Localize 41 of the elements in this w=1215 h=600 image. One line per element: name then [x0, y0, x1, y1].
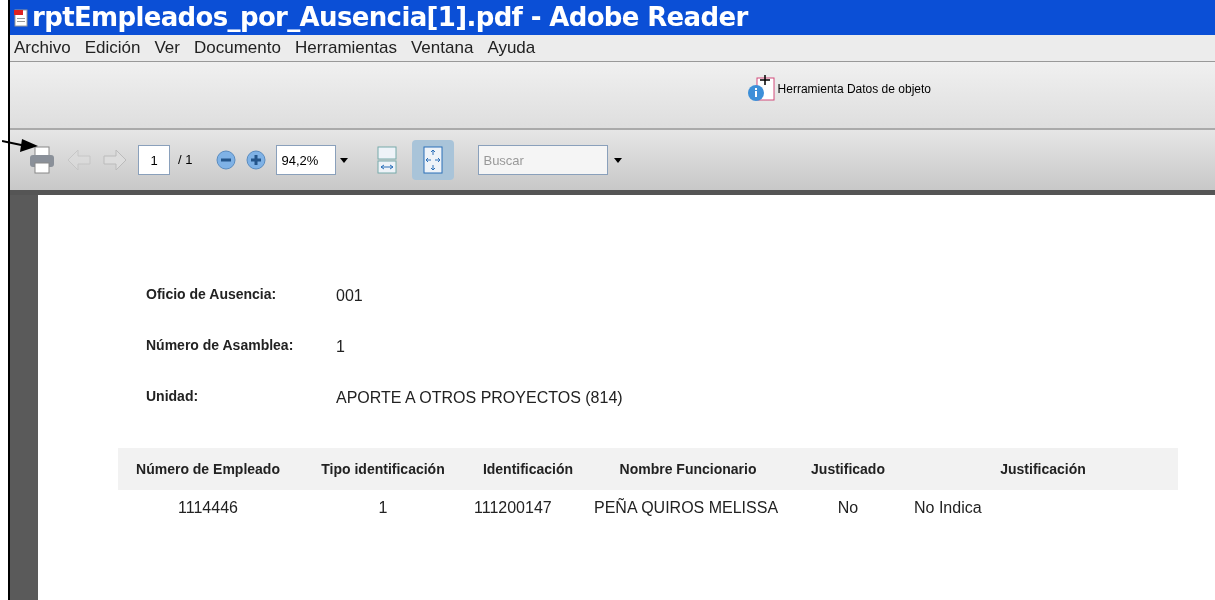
page-total: / 1 — [178, 151, 193, 170]
dropdown-caret-icon[interactable] — [614, 157, 623, 163]
field-label: Unidad: — [146, 386, 200, 406]
table-cell-text: No — [836, 498, 860, 518]
fit-width-icon — [377, 146, 398, 174]
field-label: Número de Asamblea: — [146, 335, 295, 355]
field-value: 001 — [336, 286, 363, 306]
field-value: 1 — [336, 337, 345, 357]
print-icon[interactable] — [28, 145, 56, 175]
menu-item[interactable]: Archivo — [14, 35, 71, 61]
info-icon — [746, 74, 777, 104]
menu-item[interactable]: Ver — [154, 35, 180, 61]
table-cell-text: PEÑA QUIROS MELISSA — [593, 497, 780, 518]
dropdown-caret-icon[interactable] — [340, 157, 349, 163]
column-header: Nombre Funcionario — [618, 459, 758, 479]
column-header: Número de Empleado — [135, 459, 281, 479]
column-header: Justificado — [810, 459, 886, 479]
zoom-out-icon[interactable] — [216, 150, 237, 170]
table-cell-text: 1 — [377, 498, 389, 518]
page-number-field[interactable]: 1 — [138, 145, 170, 175]
search-field[interactable]: Buscar — [478, 145, 609, 175]
field-label: Oficio de Ausencia: — [146, 284, 278, 304]
column-header: Identificación — [481, 459, 575, 479]
menu-item[interactable]: Ayuda — [487, 35, 536, 61]
column-header: Justificación — [999, 459, 1087, 479]
table-cell-text: 1114446 — [177, 498, 239, 518]
menu-item[interactable]: Ventana — [410, 35, 474, 61]
table-cell-text: No Indica — [913, 498, 983, 518]
menu-item[interactable]: Edición — [84, 35, 141, 61]
field-value: APORTE A OTROS PROYECTOS (814) — [336, 388, 623, 408]
window-title: rptEmpleados_por_Ausencia[1].pdf - Adobe Reader — [32, 1, 748, 34]
pdf-file-icon — [14, 8, 28, 27]
fit-page-icon — [423, 146, 444, 174]
column-header: Tipo identificación — [320, 459, 446, 479]
zoom-field[interactable]: 94,2% — [276, 145, 337, 175]
fit-page-button[interactable] — [412, 140, 455, 180]
menu-item[interactable]: Documento — [194, 35, 281, 61]
menu-item[interactable]: Herramientas — [294, 35, 397, 61]
zoom-in-icon[interactable] — [246, 150, 267, 170]
object-data-tool-button[interactable]: Herramienta Datos de objeto — [746, 74, 931, 104]
table-cell-text: 111200147 — [473, 498, 553, 518]
